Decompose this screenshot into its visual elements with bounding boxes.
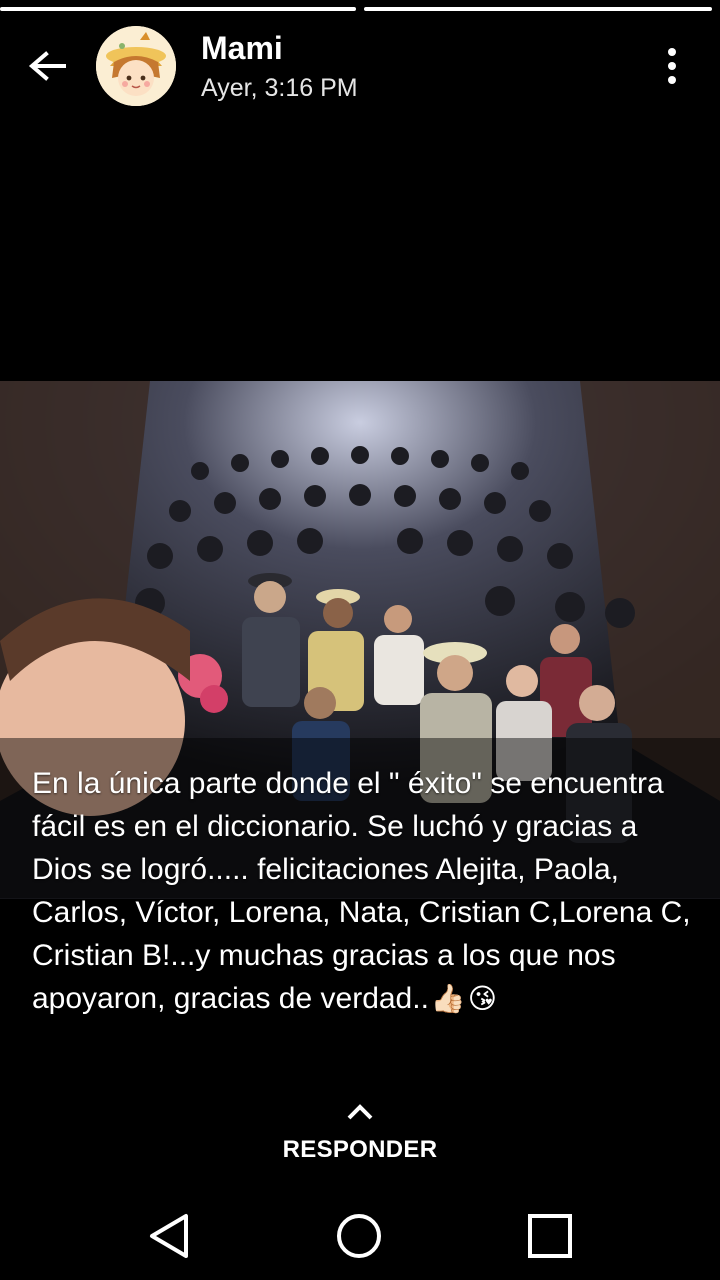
caption-text: En la única parte donde el " éxito" se e… (32, 767, 691, 1015)
system-navigation-bar (0, 1190, 720, 1280)
more-vertical-icon (668, 48, 676, 84)
nav-home-button[interactable] (333, 1210, 385, 1262)
progress-segment-2 (364, 7, 712, 11)
triangle-back-icon (150, 1214, 188, 1258)
cartoon-girl-avatar-image (96, 26, 176, 106)
kiss-emoji: 😘 (467, 983, 497, 1014)
avatar[interactable] (96, 26, 176, 106)
arrow-left-icon (28, 51, 66, 81)
back-button[interactable] (24, 44, 72, 92)
thumbs-up-emoji: 👍🏻 (430, 983, 466, 1014)
status-timestamp: Ayer, 3:16 PM (201, 74, 358, 102)
nav-recents-button[interactable] (524, 1210, 576, 1262)
square-recents-icon (528, 1214, 572, 1258)
reply-label: RESPONDER (282, 1136, 438, 1163)
progress-segment-1 (0, 7, 356, 11)
contact-name: Mami (201, 30, 283, 66)
reply-button[interactable]: RESPONDER (0, 1100, 720, 1164)
nav-back-button[interactable] (144, 1210, 196, 1262)
status-caption: En la única parte donde el " éxito" se e… (32, 762, 692, 1020)
circle-home-icon (337, 1214, 381, 1258)
more-options-button[interactable] (652, 44, 692, 88)
chevron-up-icon (347, 1104, 373, 1120)
status-progress-bar (0, 7, 720, 11)
